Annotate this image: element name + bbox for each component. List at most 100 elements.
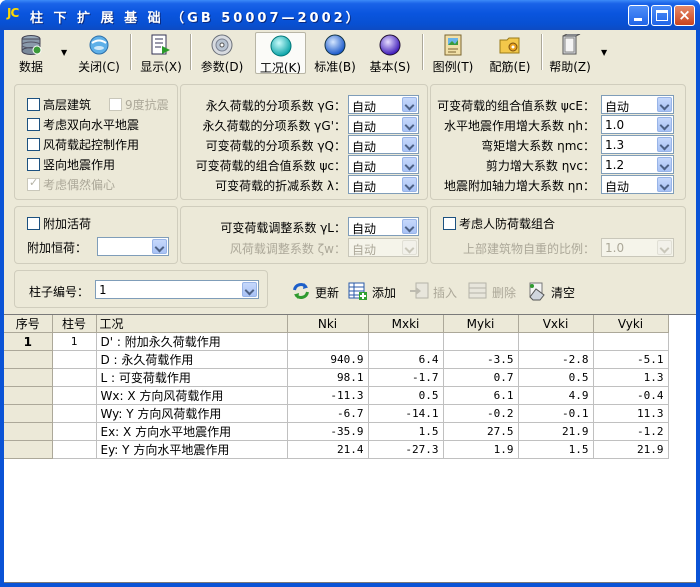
- maximize-button[interactable]: [651, 5, 672, 26]
- eta-vc-select[interactable]: 1.2: [601, 155, 674, 174]
- chevron-down-icon[interactable]: [402, 219, 417, 234]
- high-rise-checkbox[interactable]: 高层建筑: [27, 96, 91, 113]
- header-vyki[interactable]: Vyki: [593, 315, 669, 333]
- cell-vyki[interactable]: -0.4: [593, 386, 669, 405]
- cell-vyki[interactable]: -1.2: [593, 422, 669, 441]
- toolbar-reinforcement-button[interactable]: 配筋(E): [484, 32, 536, 74]
- cell-myki[interactable]: 0.7: [443, 368, 519, 387]
- cell-nki[interactable]: 940.9: [287, 350, 369, 369]
- toolbar-display-button[interactable]: 显示(X): [138, 32, 184, 74]
- toolbar-cases-button[interactable]: 工况(K): [255, 32, 306, 75]
- header-nki[interactable]: Nki: [287, 315, 369, 333]
- table-row[interactable]: 1 1 D' : 附加永久荷载作用: [4, 332, 669, 351]
- eta-mc-select[interactable]: 1.3: [601, 135, 674, 154]
- header-myki[interactable]: Myki: [443, 315, 519, 333]
- row-column[interactable]: [52, 368, 97, 387]
- cell-myki[interactable]: -3.5: [443, 350, 519, 369]
- toolbar-data-button[interactable]: 数据: [10, 32, 52, 74]
- row-case[interactable]: Wx: X 方向风荷载作用: [96, 386, 288, 405]
- row-case[interactable]: L : 可变荷载作用: [96, 368, 288, 387]
- bidirectional-seismic-checkbox[interactable]: 考虑双向水平地震: [27, 116, 139, 133]
- cell-vxki[interactable]: 1.5: [518, 440, 594, 459]
- table-row[interactable]: Ex: X 方向水平地震作用 -35.9 1.5 27.5 21.9 -1.2: [4, 422, 669, 441]
- cell-mxki[interactable]: 6.4: [368, 350, 444, 369]
- nine-degree-checkbox[interactable]: 9度抗震: [109, 96, 169, 113]
- chevron-down-icon[interactable]: [657, 177, 672, 192]
- cell-vxki[interactable]: [518, 332, 594, 351]
- chevron-down-icon[interactable]: [402, 157, 417, 172]
- cell-vyki[interactable]: 21.9: [593, 440, 669, 459]
- chevron-down-icon[interactable]: [242, 282, 257, 297]
- row-case[interactable]: D' : 附加永久荷载作用: [96, 332, 288, 351]
- header-seq[interactable]: 序号: [4, 315, 53, 333]
- zeta-w-select[interactable]: 自动: [348, 238, 419, 257]
- cell-vxki[interactable]: -0.1: [518, 404, 594, 423]
- civil-defense-checkbox[interactable]: 考虑人防荷载组合: [443, 215, 555, 232]
- minimize-button[interactable]: [628, 5, 649, 26]
- cell-mxki[interactable]: 0.5: [368, 386, 444, 405]
- chevron-down-icon[interactable]: [402, 117, 417, 132]
- cell-nki[interactable]: 98.1: [287, 368, 369, 387]
- cell-nki[interactable]: 21.4: [287, 440, 369, 459]
- cell-vyki[interactable]: 11.3: [593, 404, 669, 423]
- cell-vxki[interactable]: 21.9: [518, 422, 594, 441]
- toolbar-standard-button[interactable]: 标准(B): [309, 32, 361, 74]
- gamma-g-prime-select[interactable]: 自动: [348, 115, 419, 134]
- cell-vxki[interactable]: 4.9: [518, 386, 594, 405]
- eta-h-select[interactable]: 1.0: [601, 115, 674, 134]
- row-case[interactable]: D : 永久荷载作用: [96, 350, 288, 369]
- toolbar-close-button[interactable]: 关闭(C): [74, 32, 124, 74]
- cell-myki[interactable]: 1.9: [443, 440, 519, 459]
- row-column[interactable]: [52, 386, 97, 405]
- delete-button[interactable]: 删除: [468, 281, 528, 303]
- cell-mxki[interactable]: [368, 332, 444, 351]
- cell-vyki[interactable]: [593, 332, 669, 351]
- toolbar-help-button[interactable]: 帮助(Z): [547, 32, 593, 74]
- wind-control-checkbox[interactable]: 风荷载起控制作用: [27, 136, 139, 153]
- chevron-down-icon[interactable]: [402, 97, 417, 112]
- load-case-grid[interactable]: 序号 柱号 工况 Nki Mxki Myki Vxki Vyki 1 1 D': [4, 314, 696, 583]
- chevron-down-icon[interactable]: [402, 137, 417, 152]
- cell-myki[interactable]: 27.5: [443, 422, 519, 441]
- row-case[interactable]: Ex: X 方向水平地震作用: [96, 422, 288, 441]
- cell-mxki[interactable]: -27.3: [368, 440, 444, 459]
- header-case[interactable]: 工况: [96, 315, 288, 333]
- cell-vyki[interactable]: 1.3: [593, 368, 669, 387]
- header-vxki[interactable]: Vxki: [518, 315, 594, 333]
- cell-myki[interactable]: -0.2: [443, 404, 519, 423]
- weight-ratio-select[interactable]: 1.0: [601, 238, 674, 257]
- lambda-select[interactable]: 自动: [348, 175, 419, 194]
- row-column[interactable]: [52, 404, 97, 423]
- chevron-down-icon[interactable]: [402, 177, 417, 192]
- row-column[interactable]: 1: [52, 332, 97, 351]
- cell-myki[interactable]: [443, 332, 519, 351]
- gamma-g-select[interactable]: 自动: [348, 95, 419, 114]
- cell-nki[interactable]: -6.7: [287, 404, 369, 423]
- cell-vxki[interactable]: -2.8: [518, 350, 594, 369]
- cell-mxki[interactable]: 1.5: [368, 422, 444, 441]
- additional-live-checkbox[interactable]: 附加活荷: [27, 215, 91, 232]
- row-case[interactable]: Ey: Y 方向水平地震作用: [96, 440, 288, 459]
- eta-n-select[interactable]: 自动: [601, 175, 674, 194]
- row-column[interactable]: [52, 422, 97, 441]
- chevron-down-icon[interactable]: [657, 157, 672, 172]
- toolbar-params-button[interactable]: 参数(D): [198, 32, 246, 74]
- cell-vyki[interactable]: -5.1: [593, 350, 669, 369]
- cell-nki[interactable]: [287, 332, 369, 351]
- column-number-select[interactable]: 1: [95, 280, 259, 299]
- cell-mxki[interactable]: -1.7: [368, 368, 444, 387]
- clear-button[interactable]: 清空: [527, 281, 587, 303]
- cell-myki[interactable]: 6.1: [443, 386, 519, 405]
- chevron-down-icon[interactable]: [657, 117, 672, 132]
- row-column[interactable]: [52, 350, 97, 369]
- header-column[interactable]: 柱号: [52, 315, 97, 333]
- insert-button[interactable]: 插入: [409, 281, 469, 303]
- table-row[interactable]: L : 可变荷载作用 98.1 -1.7 0.7 0.5 1.3: [4, 368, 669, 387]
- vertical-seismic-checkbox[interactable]: 竖向地震作用: [27, 156, 115, 173]
- row-case[interactable]: Wy: Y 方向风荷载作用: [96, 404, 288, 423]
- header-mxki[interactable]: Mxki: [368, 315, 444, 333]
- chevron-down-icon[interactable]: [657, 137, 672, 152]
- cell-mxki[interactable]: -14.1: [368, 404, 444, 423]
- cell-nki[interactable]: -11.3: [287, 386, 369, 405]
- psi-c-select[interactable]: 自动: [348, 155, 419, 174]
